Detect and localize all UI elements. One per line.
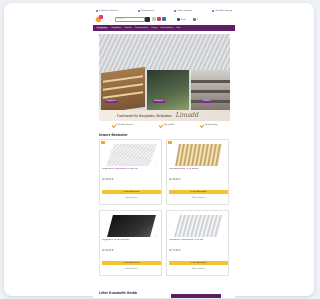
nav-item[interactable]: Gewächshaus [161, 27, 174, 29]
product-name[interactable]: Stegplatten 16 mm anthrazit [102, 239, 161, 241]
check-icon [111, 122, 117, 128]
product-card[interactable]: ♡ Stegplatten 16 mm anthrazit ab 34,90 €… [99, 210, 162, 276]
nav-item[interactable]: Carport [151, 27, 158, 29]
hero-banner-brand: Limadd [175, 112, 199, 119]
details-link[interactable]: Mehr erfahren [102, 268, 161, 270]
usp-item: Schneller Versand [111, 122, 134, 128]
info-text: Kostenloser Versand [99, 9, 118, 12]
product-card[interactable]: ♡ Wellplatten Polycarbonat 76/18 klar ab… [166, 210, 229, 276]
hero-banner-text: Fachhandel für Bauplatten, Wellplatten [117, 113, 172, 118]
hero-panel-zubehoer[interactable] [191, 70, 230, 110]
product-card[interactable]: ♡ Stegplatten Polycarbonat 16 mm klar ab… [99, 139, 162, 205]
account-link[interactable]: Konto [177, 17, 186, 22]
check-icon [212, 9, 215, 12]
info-item: Kostenloser Versand [96, 9, 118, 12]
hero-panel-wellplatten[interactable] [147, 70, 189, 110]
add-to-cart-button[interactable]: In den Warenkorb [169, 190, 228, 194]
info-item: Sicher einkaufen [174, 9, 193, 12]
usp-item: Top Qualität [158, 122, 175, 128]
add-to-cart-button[interactable]: In den Warenkorb [102, 190, 161, 194]
search-input[interactable]: Suchen... [115, 17, 145, 22]
cart-link[interactable]: 0 [193, 17, 198, 22]
user-icon [177, 18, 180, 21]
promo-title: Lifter Kunstoffe Gmbh [99, 291, 138, 295]
product-card[interactable]: ♡ Wellplatten Acryl 76/18 bronze ab 19,9… [166, 139, 229, 205]
nav-item[interactable]: Zubehör [124, 27, 131, 29]
info-text: Kundenservice [140, 9, 154, 12]
add-to-cart-button[interactable]: In den Warenkorb [102, 261, 161, 265]
compare-icon[interactable] [162, 17, 166, 21]
brand-logo[interactable] [95, 15, 104, 23]
search-button[interactable] [145, 17, 150, 22]
product-name[interactable]: Wellplatten Acryl 76/18 bronze [169, 168, 228, 170]
main-nav: Lichtplatten Stegplatten Zubehör Terrass… [93, 25, 235, 31]
cart-icon [193, 18, 196, 21]
usp-item: Fachberatung [199, 122, 218, 128]
wishlist-icon[interactable]: ♡ [222, 234, 225, 238]
search-placeholder: Suchen... [117, 18, 126, 20]
hero-label-right[interactable]: Zubehör [202, 100, 212, 103]
phone-icon[interactable] [152, 17, 156, 21]
wishlist-icon[interactable] [157, 17, 161, 21]
details-link[interactable]: Mehr erfahren [102, 197, 161, 199]
details-link[interactable]: Mehr erfahren [169, 268, 228, 270]
hero-panel-stegplatten[interactable] [101, 66, 145, 114]
info-text: Schnelle Lieferung [215, 9, 232, 12]
sale-badge [101, 141, 105, 144]
usp-text: Top Qualität [163, 124, 175, 126]
product-name[interactable]: Wellplatten Polycarbonat 76/18 klar [169, 239, 228, 241]
check-icon [158, 122, 164, 128]
info-text: Sicher einkaufen [177, 9, 193, 12]
nav-item[interactable]: Terrassendach [135, 27, 148, 29]
product-image[interactable] [105, 144, 158, 166]
hero-label-left[interactable]: Stegplatten [105, 100, 118, 103]
product-name[interactable]: Stegplatten Polycarbonat 16 mm klar [102, 168, 161, 170]
wishlist-icon[interactable]: ♡ [155, 163, 158, 167]
product-price: ab 34,90 € [102, 249, 114, 252]
usp-row: Schneller Versand Top Qualität Fachberat… [99, 122, 230, 128]
nav-item[interactable]: Lichtplatten [96, 27, 109, 29]
shop-page: Kostenloser Versand Kundenservice Sicher… [93, 8, 235, 298]
cart-count: 0 [197, 18, 199, 21]
hero-label-mid[interactable]: Wellplatten [153, 100, 165, 103]
wishlist-icon[interactable]: ♡ [155, 234, 158, 238]
nav-item[interactable]: Sale [176, 27, 180, 29]
check-icon [174, 9, 177, 12]
info-item: Kundenservice [137, 9, 154, 12]
product-image[interactable] [107, 215, 156, 237]
nav-item[interactable]: Stegplatten [111, 27, 121, 29]
account-label: Konto [181, 18, 187, 21]
wishlist-icon[interactable]: ♡ [222, 163, 225, 167]
check-icon [199, 122, 205, 128]
hero-text-strip: Fachhandel für Bauplatten, Wellplatten L… [99, 110, 230, 121]
sale-badge [168, 141, 172, 144]
usp-text: Schneller Versand [116, 124, 134, 126]
promo-button[interactable] [171, 294, 221, 298]
product-image[interactable] [175, 144, 222, 166]
product-price: ab 19,90 € [169, 178, 181, 181]
hero-sheet-image [99, 34, 230, 74]
info-item: Schnelle Lieferung [212, 9, 232, 12]
hero-banner[interactable]: Stegplatten Wellplatten Zubehör Fachhand… [99, 34, 230, 121]
check-icon [96, 9, 98, 12]
add-to-cart-button[interactable]: In den Warenkorb [169, 261, 228, 265]
product-price: ab 29,90 € [102, 178, 114, 181]
product-price: ab 17,90 € [169, 249, 181, 252]
usp-text: Fachberatung [204, 124, 218, 126]
bestseller-title: Unsere Bestseller [99, 133, 128, 137]
info-bar: Kostenloser Versand Kundenservice Sicher… [93, 8, 235, 13]
product-image[interactable] [174, 215, 223, 237]
details-link[interactable]: Mehr erfahren [169, 197, 228, 199]
check-icon [137, 9, 140, 12]
